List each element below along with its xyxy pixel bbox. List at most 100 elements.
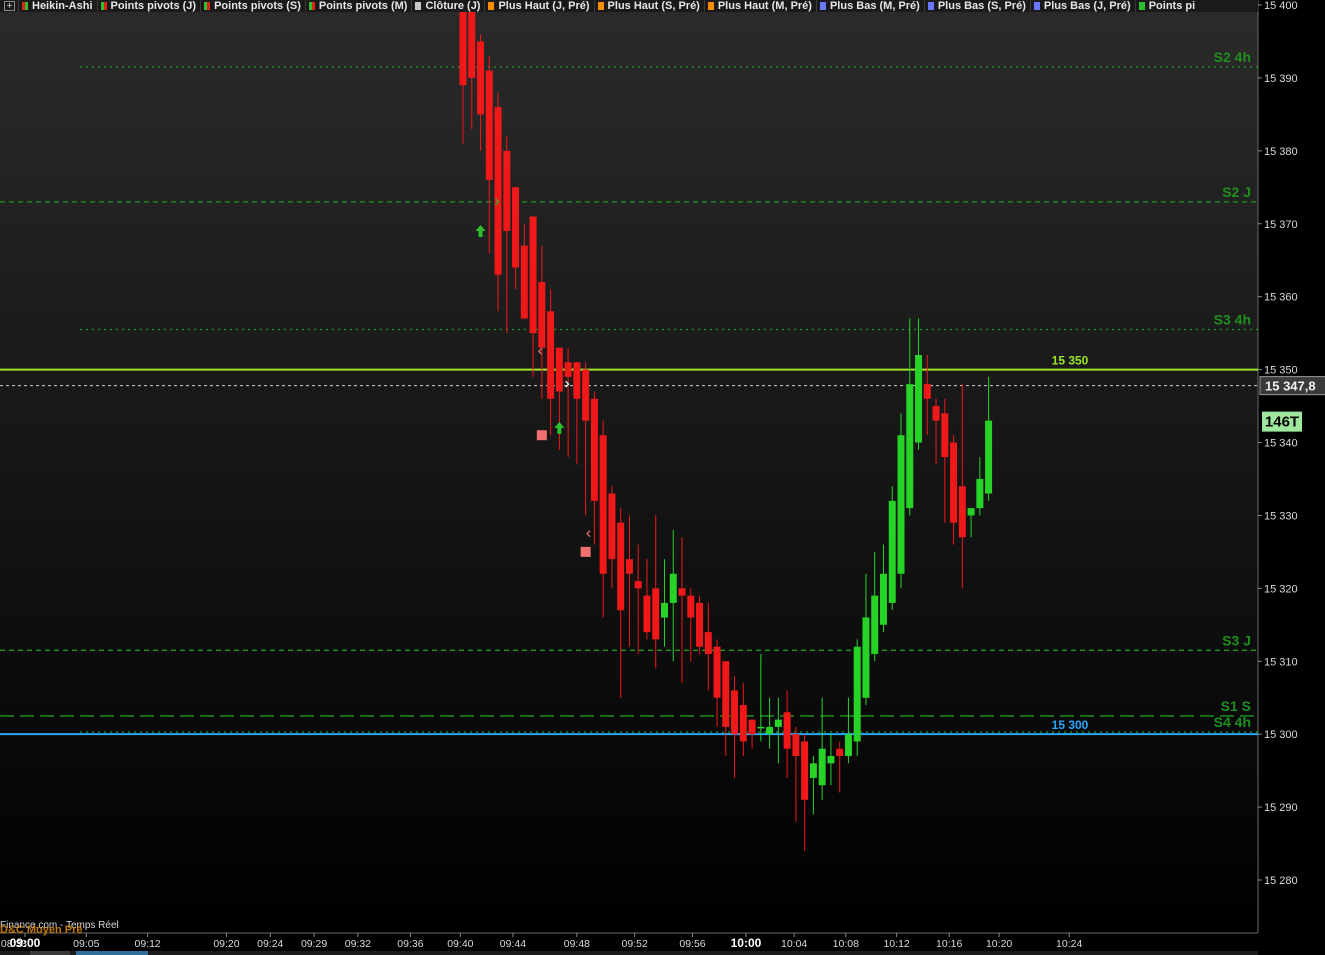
candle-body (976, 478, 984, 509)
time-tick-label: 10:12 (883, 938, 909, 950)
candle[interactable] (897, 413, 905, 589)
candle-body (932, 406, 940, 421)
legend-swatch-icon (707, 2, 714, 10)
candle-body (599, 435, 607, 574)
legend-item-label: Points pivots (M) (318, 0, 408, 12)
candle-body (958, 486, 966, 538)
legend-item[interactable]: Points pivots (M) (304, 0, 412, 12)
add-indicator-button[interactable]: + (4, 1, 15, 12)
candle-body (547, 311, 555, 399)
candle-body (801, 741, 809, 800)
legend-item-label: Points pi (1148, 0, 1196, 12)
price-tick-label: 15 360 (1264, 292, 1298, 304)
legend-swatch-icon (100, 2, 107, 10)
price-chart[interactable]: S2 4hS2 JS3 4h15 350S3 JS1 S15 300 S4 4h … (0, 0, 1325, 955)
candle-body (818, 748, 826, 786)
time-tick-label: 10:08 (833, 938, 859, 950)
candle-body (792, 734, 800, 757)
candle-body (757, 726, 765, 729)
candle-body (809, 763, 817, 778)
time-tick-label: 09:12 (134, 938, 160, 950)
time-axis[interactable]: 08:3309:00 09:05 09:12 09:20 09:24 09:29 09:32… (0, 933, 1082, 950)
time-tick-label: 09:44 (500, 938, 526, 950)
legend-swatch-icon (1138, 2, 1145, 10)
time-tick-label: 10:16 (936, 938, 962, 950)
scrollbar-thumb[interactable] (76, 951, 148, 955)
time-tick-label: 10:20 (986, 938, 1012, 950)
price-tick-label: 15 300 (1264, 729, 1298, 741)
legend-swatch-icon (927, 2, 934, 10)
candle[interactable] (888, 486, 896, 611)
candle-body (985, 420, 993, 494)
legend-item[interactable]: Plus Bas (M, Pré) (815, 0, 924, 12)
candle[interactable] (853, 639, 861, 757)
legend-item[interactable]: Clôture (J) (411, 0, 484, 12)
candle[interactable] (696, 595, 704, 654)
legend-item[interactable]: Plus Haut (S, Pré) (593, 0, 704, 12)
candle-body (713, 646, 721, 698)
candle-body (950, 442, 958, 523)
candle-body (774, 719, 782, 727)
candle-body (722, 661, 730, 727)
signal-square-icon (580, 546, 591, 557)
legend-item[interactable]: Points pivots (J) (96, 0, 201, 12)
candle-body (608, 493, 616, 560)
candle-body (582, 369, 590, 421)
legend-item[interactable]: Points pivots (S) (200, 0, 305, 12)
level-label: S4 4h (1214, 714, 1251, 730)
horizontal-scrollbar[interactable] (0, 951, 1258, 955)
legend-item[interactable]: Heikin-Ashi (18, 0, 97, 12)
legend-item[interactable]: Plus Bas (J, Pré) (1029, 0, 1135, 12)
price-tick-label: 15 320 (1264, 583, 1298, 595)
candle-body (687, 595, 695, 618)
legend-item[interactable]: Plus Haut (M, Pré) (703, 0, 816, 12)
legend-item-label: Plus Bas (M, Pré) (829, 0, 920, 12)
price-tick-label: 15 390 (1264, 73, 1298, 85)
time-tick-label: 09:29 (301, 938, 327, 950)
legend-item[interactable]: Points pi (1134, 0, 1199, 12)
candle-body (836, 748, 844, 757)
time-tick-label: 09:20 (213, 938, 239, 950)
legend-item[interactable]: Plus Haut (J, Pré) (484, 0, 593, 12)
legend-item-label: Points pivots (S) (214, 0, 301, 12)
candle-body (941, 413, 949, 458)
candle-body (520, 245, 528, 319)
price-tick-label: 15 350 (1264, 365, 1298, 377)
candle-body (512, 187, 520, 268)
candle-body (660, 602, 668, 618)
signal-square-icon (536, 430, 547, 441)
indicator-legend: + Heikin-Ashi Points pivots (J) Points piv… (0, 0, 1258, 12)
legend-item-label: Plus Bas (S, Pré) (937, 0, 1026, 12)
level-label: S2 4h (1214, 49, 1251, 65)
price-tick-label: 15 340 (1264, 438, 1298, 450)
candle-body (906, 384, 914, 509)
time-tick-label: 10:00 (731, 936, 762, 950)
candle-body (634, 581, 642, 589)
time-tick-label: 09:36 (397, 938, 423, 950)
price-tick-label: 15 290 (1264, 802, 1298, 814)
candle-body (494, 107, 502, 275)
tick-counter-label: 146T (1265, 414, 1299, 431)
candle-body (888, 500, 896, 603)
legend-item-label: Points pivots (J) (110, 0, 197, 12)
legend-swatch-icon (488, 2, 495, 10)
price-tick-label: 15 370 (1264, 219, 1298, 231)
legend-item-label: Plus Haut (M, Pré) (717, 0, 812, 12)
legend-swatch-icon (415, 2, 422, 10)
level-label: S3 J (1222, 632, 1251, 648)
legend-item-label: Plus Bas (J, Pré) (1043, 0, 1131, 12)
level-label: 15 350 (1052, 354, 1089, 368)
candle-body (573, 362, 581, 399)
legend-swatch-icon (204, 2, 211, 10)
time-tick-label: 09:56 (679, 938, 705, 950)
candle-body (731, 690, 739, 735)
candle-body (529, 216, 537, 334)
legend-item-label: Plus Haut (S, Pré) (607, 0, 700, 12)
scrollbar-end (30, 951, 70, 955)
candle-body (477, 41, 485, 115)
candle-body (485, 70, 493, 180)
time-tick-label: 09:52 (622, 938, 648, 950)
price-tick-label: 15 380 (1264, 146, 1298, 158)
legend-swatch-icon (22, 2, 28, 10)
legend-item[interactable]: Plus Bas (S, Pré) (923, 0, 1030, 12)
